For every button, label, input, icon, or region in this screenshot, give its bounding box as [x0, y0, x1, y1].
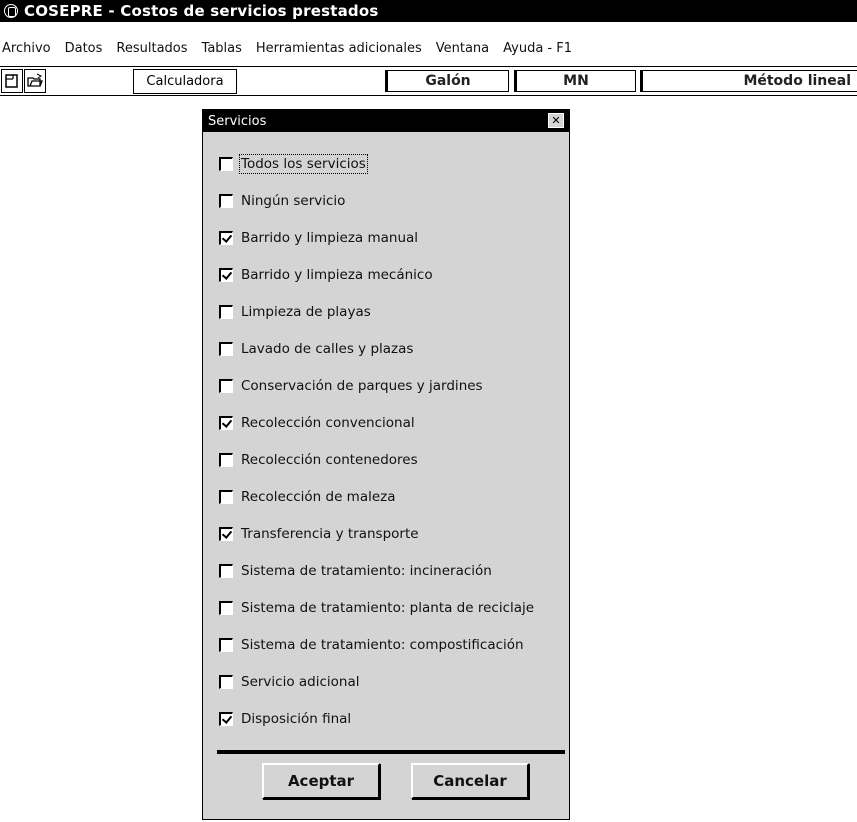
checkbox[interactable]	[219, 452, 233, 467]
dialog-title-bar[interactable]: Servicios ✕	[203, 110, 569, 132]
checkbox[interactable]	[219, 378, 233, 393]
menu-ayuda[interactable]: Ayuda - F1	[499, 41, 580, 56]
option-label: Barrido y limpieza manual	[241, 229, 419, 246]
option-tratamiento-compostificacion[interactable]: Sistema de tratamiento: compostificación	[219, 626, 559, 663]
option-label: Barrido y limpieza mecánico	[241, 266, 433, 283]
option-tratamiento-incineracion[interactable]: Sistema de tratamiento: incineración	[219, 552, 559, 589]
new-document-icon	[5, 74, 18, 88]
menu-ventana[interactable]: Ventana	[432, 41, 497, 56]
option-label: Sistema de tratamiento: incineración	[241, 562, 492, 579]
option-ningun-servicio[interactable]: Ningún servicio	[219, 182, 559, 219]
open-folder-icon	[27, 73, 43, 87]
option-transferencia-transporte[interactable]: Transferencia y transporte	[219, 515, 559, 552]
services-list: Todos los servicios Ningún servicio Barr…	[219, 145, 559, 737]
option-limpieza-de-playas[interactable]: Limpieza de playas	[219, 293, 559, 330]
accept-button[interactable]: Aceptar	[262, 763, 380, 799]
services-dialog: Servicios ✕ Todos los servicios Ningún s…	[202, 109, 570, 820]
option-conservacion-parques[interactable]: Conservación de parques y jardines	[219, 367, 559, 404]
option-label: Transferencia y transporte	[241, 525, 419, 542]
checkbox[interactable]	[219, 304, 233, 319]
option-label: Lavado de calles y plazas	[241, 340, 414, 357]
dialog-title: Servicios	[208, 113, 267, 129]
option-label: Recolección de maleza	[241, 488, 396, 505]
status-method: Método lineal	[640, 70, 857, 92]
menu-herramientas-adicionales[interactable]: Herramientas adicionales	[252, 41, 430, 56]
checkbox[interactable]	[219, 600, 233, 615]
option-label: Servicio adicional	[241, 673, 360, 690]
open-folder-button[interactable]	[24, 69, 46, 93]
checkbox[interactable]	[219, 415, 233, 430]
new-document-button[interactable]	[1, 69, 23, 93]
option-label: Disposición final	[241, 710, 352, 727]
option-label: Recolección contenedores	[241, 451, 418, 468]
checkbox[interactable]	[219, 489, 233, 504]
calculator-button[interactable]: Calculadora	[133, 69, 237, 94]
status-unit: Galón	[385, 70, 509, 92]
option-recoleccion-convencional[interactable]: Recolección convencional	[219, 404, 559, 441]
option-disposicion-final[interactable]: Disposición final	[219, 700, 559, 737]
checkbox[interactable]	[219, 193, 233, 208]
option-label: Conservación de parques y jardines	[241, 377, 483, 394]
option-barrido-limpieza-mecanico[interactable]: Barrido y limpieza mecánico	[219, 256, 559, 293]
checkbox[interactable]	[219, 674, 233, 689]
menu-datos[interactable]: Datos	[61, 41, 111, 56]
window-title: COSEPRE - Costos de servicios prestados	[24, 2, 379, 20]
menu-tablas[interactable]: Tablas	[198, 41, 250, 56]
option-todos-los-servicios[interactable]: Todos los servicios	[219, 145, 559, 182]
checkbox[interactable]	[219, 711, 233, 726]
option-recoleccion-maleza[interactable]: Recolección de maleza	[219, 478, 559, 515]
checkbox[interactable]	[219, 563, 233, 578]
option-lavado-calles-plazas[interactable]: Lavado de calles y plazas	[219, 330, 559, 367]
toolbar: Calculadora Galón MN Método lineal	[0, 66, 857, 96]
checkbox[interactable]	[219, 156, 233, 171]
cancel-button[interactable]: Cancelar	[411, 763, 529, 799]
checkbox[interactable]	[219, 526, 233, 541]
checkbox[interactable]	[219, 267, 233, 282]
option-recoleccion-contenedores[interactable]: Recolección contenedores	[219, 441, 559, 478]
menu-bar: Archivo Datos Resultados Tablas Herramie…	[0, 36, 857, 60]
menu-archivo[interactable]: Archivo	[0, 41, 59, 56]
option-label: Sistema de tratamiento: compostificación	[241, 636, 524, 653]
checkbox[interactable]	[219, 637, 233, 652]
option-barrido-limpieza-manual[interactable]: Barrido y limpieza manual	[219, 219, 559, 256]
option-label: Limpieza de playas	[241, 303, 371, 320]
option-servicio-adicional[interactable]: Servicio adicional	[219, 663, 559, 700]
option-label: Recolección convencional	[241, 414, 415, 431]
status-currency: MN	[514, 70, 636, 92]
option-label: Sistema de tratamiento: planta de recicl…	[241, 599, 535, 616]
checkbox[interactable]	[219, 230, 233, 245]
menu-resultados[interactable]: Resultados	[112, 41, 195, 56]
option-label: Todos los servicios	[239, 153, 368, 174]
app-icon	[4, 4, 18, 18]
checkbox[interactable]	[219, 341, 233, 356]
option-tratamiento-reciclaje[interactable]: Sistema de tratamiento: planta de recicl…	[219, 589, 559, 626]
dialog-divider	[217, 750, 565, 754]
title-bar[interactable]: COSEPRE - Costos de servicios prestados	[0, 0, 857, 22]
close-icon[interactable]: ✕	[548, 113, 564, 128]
option-label: Ningún servicio	[241, 192, 346, 209]
